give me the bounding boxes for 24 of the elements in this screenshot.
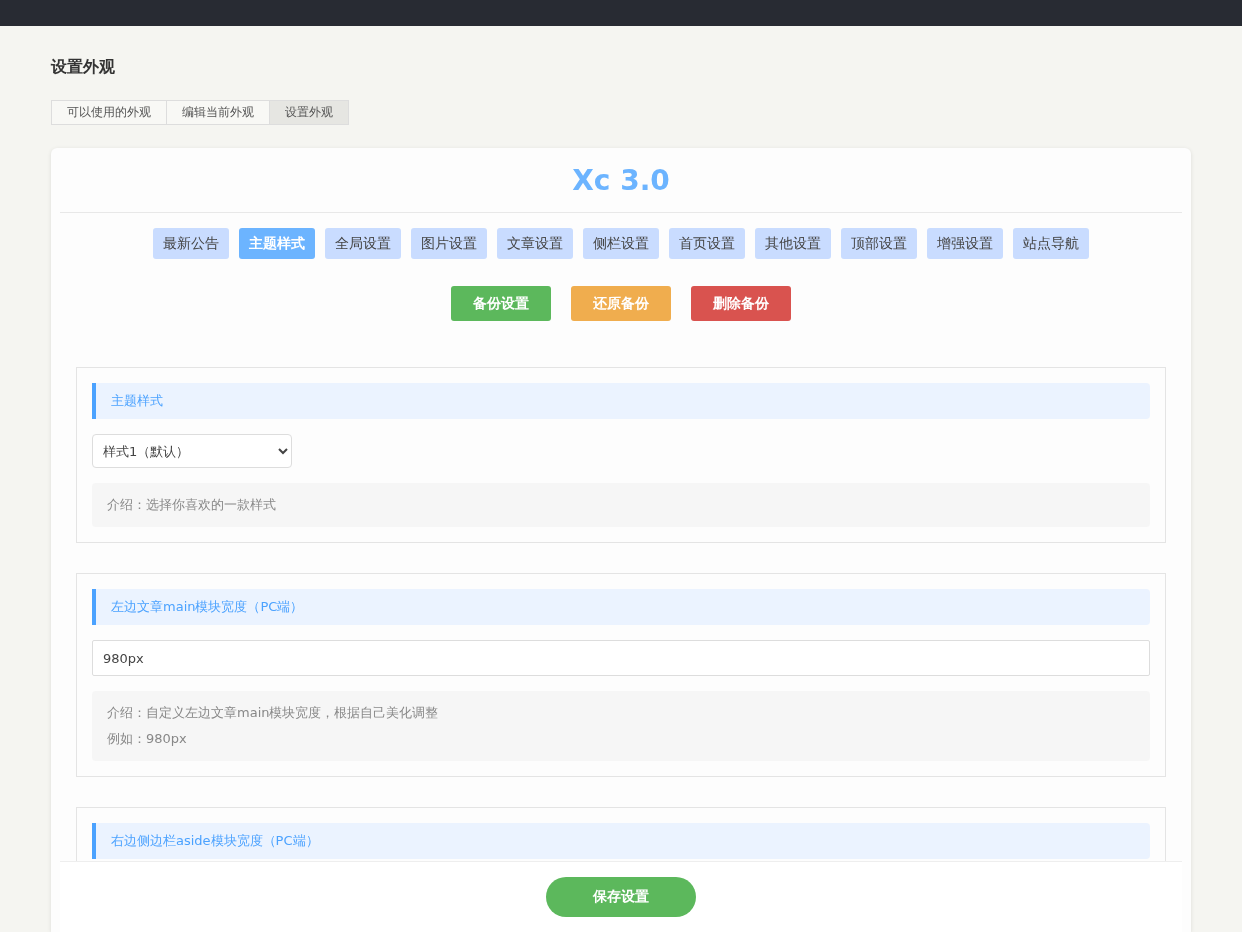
nav-tab[interactable]: 站点导航 (1013, 228, 1089, 259)
setting-heading: 右边侧边栏aside模块宽度（PC端） (92, 823, 1150, 859)
action-button[interactable]: 删除备份 (691, 286, 791, 321)
nav-tab[interactable]: 图片设置 (411, 228, 487, 259)
nav-tab[interactable]: 全局设置 (325, 228, 401, 259)
setting-heading: 左边文章main模块宽度（PC端） (92, 589, 1150, 625)
nav-tab[interactable]: 最新公告 (153, 228, 229, 259)
tab[interactable]: 设置外观 (269, 100, 349, 125)
nav-tab[interactable]: 首页设置 (669, 228, 745, 259)
width-input[interactable]: 980px (92, 640, 1150, 676)
theme-title: Xc 3.0 (571, 163, 671, 199)
nav-tab[interactable]: 文章设置 (497, 228, 573, 259)
description-text: 介绍：自定义左边文章main模块宽度，根据自己美化调整 (107, 704, 440, 722)
nav-tab[interactable]: 顶部设置 (841, 228, 917, 259)
tab[interactable]: 编辑当前外观 (166, 100, 270, 125)
setting-heading: 主题样式 (92, 383, 1150, 419)
nav-tab[interactable]: 其他设置 (755, 228, 831, 259)
style-select[interactable]: 样式1（默认） (92, 434, 292, 468)
description-text: 例如：980px (107, 730, 188, 748)
nav-tab[interactable]: 侧栏设置 (583, 228, 659, 259)
nav-tab[interactable]: 增强设置 (927, 228, 1003, 259)
description-text: 介绍：选择你喜欢的一款样式 (107, 496, 277, 514)
page-title: 设置外观 (51, 56, 116, 78)
tab[interactable]: 可以使用的外观 (51, 100, 167, 125)
